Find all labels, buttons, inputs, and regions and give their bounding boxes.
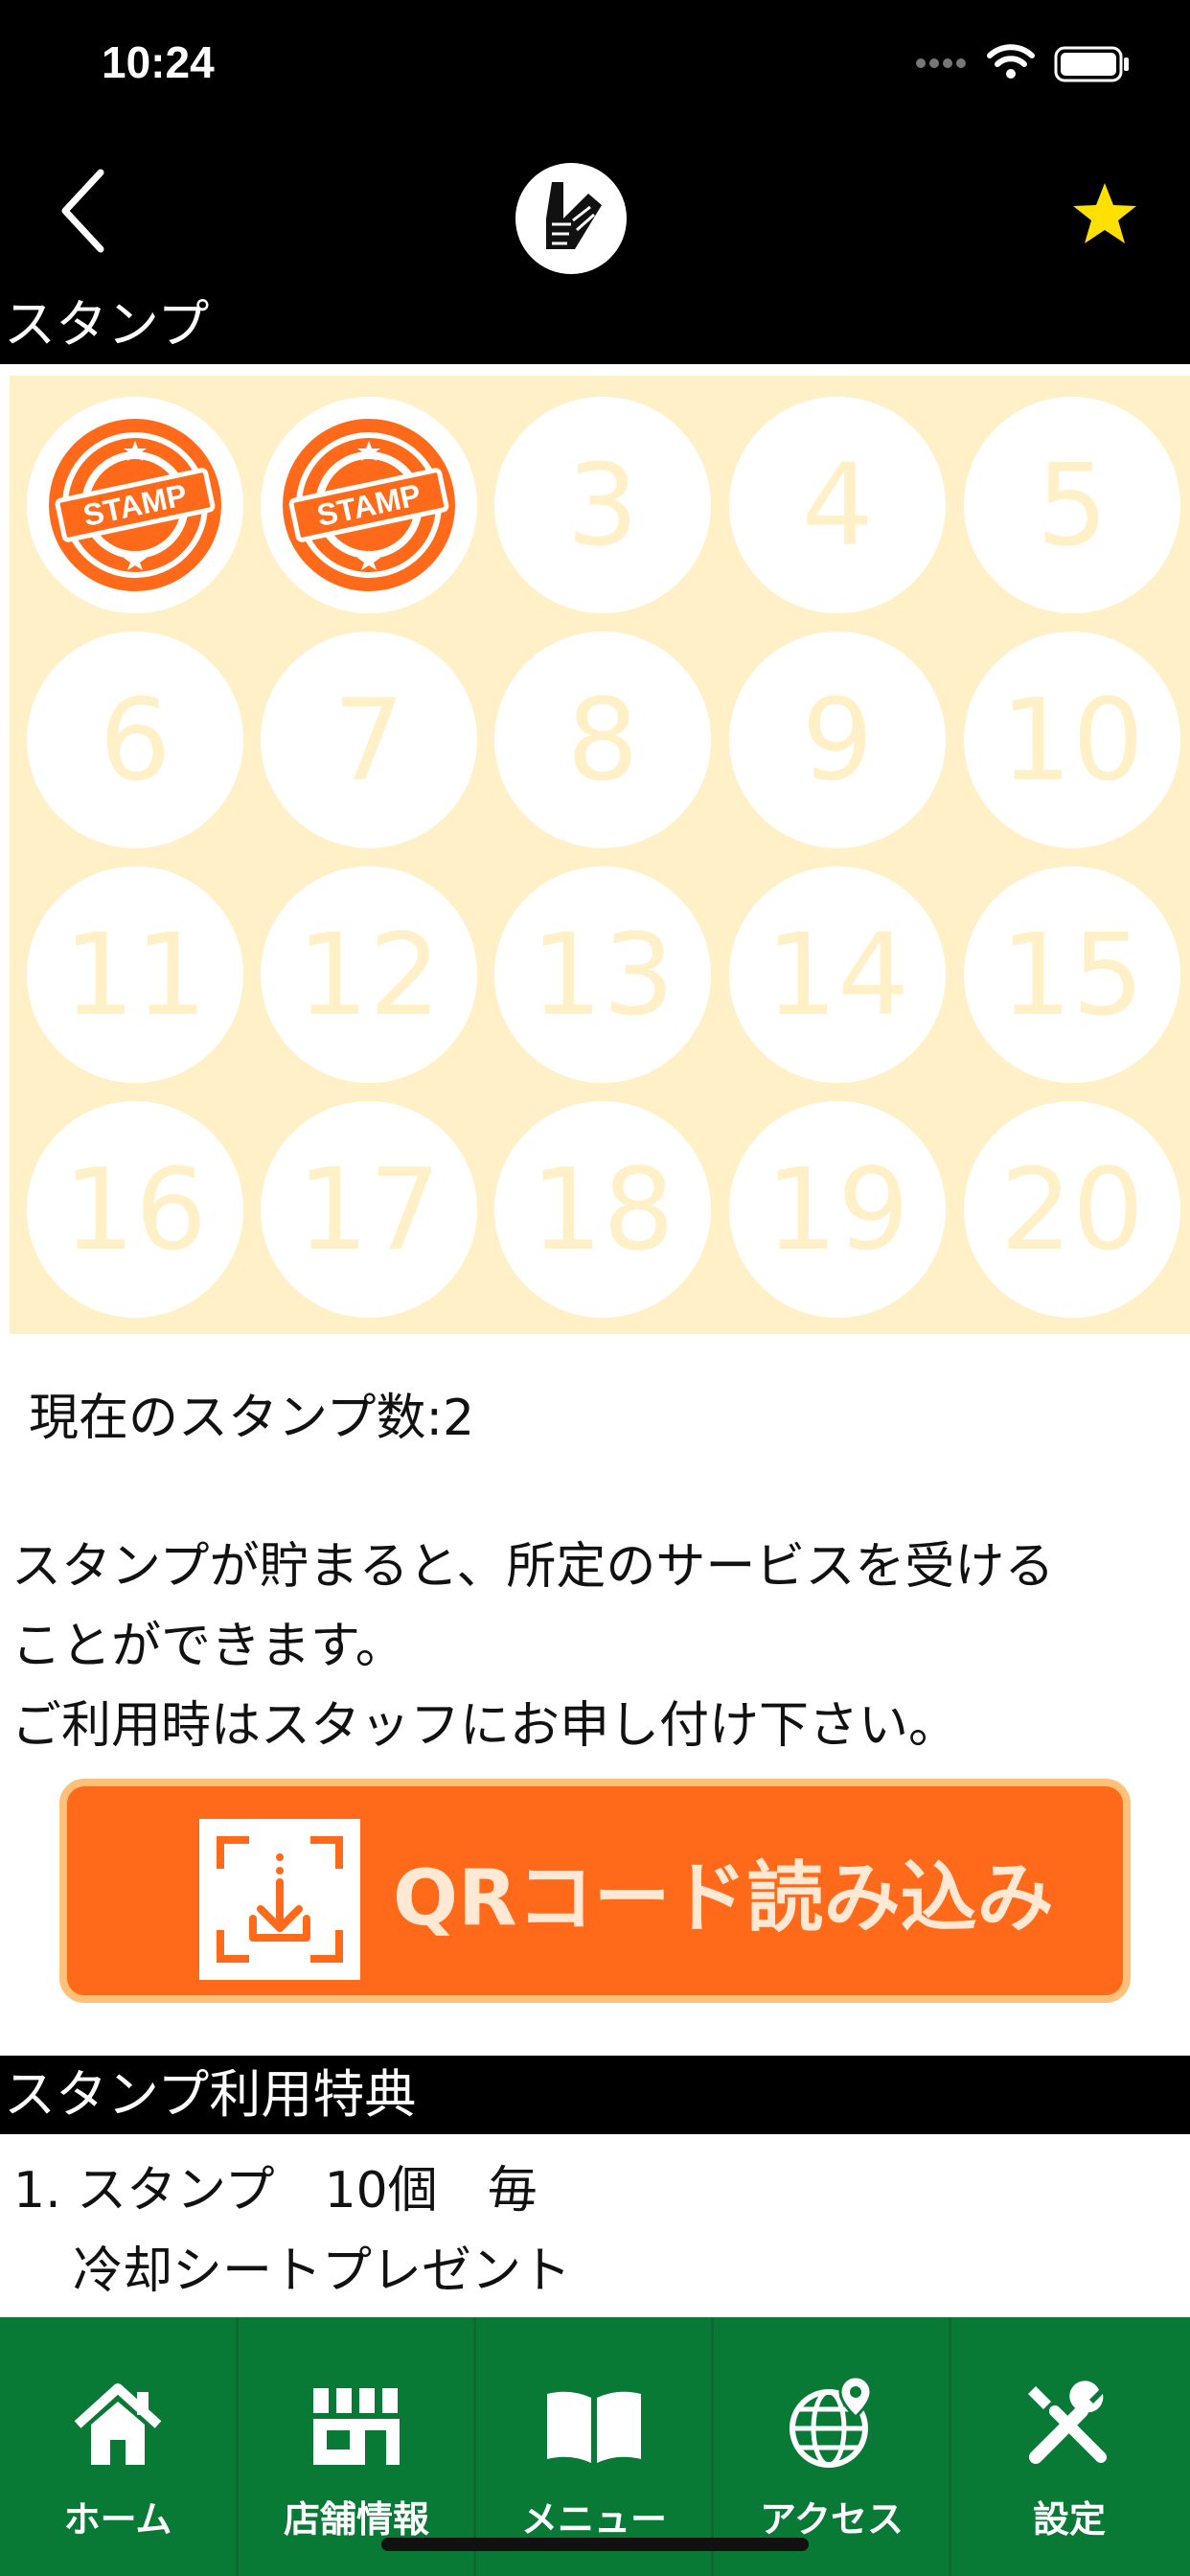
stamp-slot-empty: 9 <box>729 632 946 848</box>
stamp-mark-icon: STAMP <box>283 419 455 591</box>
stamp-slot-empty: 16 <box>27 1101 243 1318</box>
stamp-slot-empty: 10 <box>964 632 1180 848</box>
stamp-slot-empty: 18 <box>494 1101 711 1318</box>
stamp-slot-empty: 4 <box>729 397 946 613</box>
favorite-star-icon[interactable] <box>1071 180 1138 247</box>
stamp-slot-number: 17 <box>296 1143 442 1276</box>
globe-pin-icon <box>790 2375 873 2468</box>
description-line: ことができます。 <box>11 1618 405 1675</box>
stamp-slot-number: 12 <box>296 908 442 1041</box>
stamp-slot-number: 7 <box>332 674 405 806</box>
stamp-slot-number: 10 <box>999 674 1145 806</box>
stamp-slot-empty: 7 <box>261 632 477 848</box>
qr-scan-button[interactable]: QRコード読み込み <box>59 1779 1131 2003</box>
stamp-slot-number: 20 <box>999 1143 1145 1276</box>
benefits-title: スタンプ利用特典 <box>4 2064 417 2125</box>
stamp-slot-number: 5 <box>1036 439 1109 571</box>
stamp-slot-number: 3 <box>566 439 639 571</box>
stamp-slot-number: 14 <box>765 908 910 1041</box>
description: スタンプが貯まると、所定のサービスを受ける ことができます。 ご利用時はスタッフ… <box>11 1528 1180 1766</box>
tab-label: 設定 <box>1032 2498 1106 2541</box>
stamp-slot-number: 4 <box>801 439 874 571</box>
stamp-slot-empty: 6 <box>27 632 243 848</box>
stamp-slot-empty: 15 <box>964 866 1180 1083</box>
back-chevron-icon[interactable] <box>48 163 125 259</box>
benefit-item-detail: 冷却シートプレゼント <box>73 2242 572 2300</box>
benefit-item: 1. スタンプ 10個 毎 <box>13 2162 538 2220</box>
cellular-signal-icon <box>916 58 966 68</box>
book-icon <box>547 2391 641 2463</box>
tab-home[interactable]: ホーム <box>0 2317 236 2576</box>
stamp-slot-empty: 19 <box>729 1101 946 1318</box>
stamp-slot-empty: 11 <box>27 866 243 1083</box>
stamp-slot-empty: 3 <box>494 397 711 613</box>
stamp-slot-empty: 8 <box>494 632 711 848</box>
description-line: ご利用時はスタッフにお申し付け下さい。 <box>11 1697 959 1755</box>
stamp-slot-number: 18 <box>530 1143 675 1276</box>
stamp-slot-empty: 13 <box>494 866 711 1083</box>
stamp-slot-empty: 5 <box>964 397 1180 613</box>
stamp-slot-number: 19 <box>765 1143 910 1276</box>
stamp-slot-number: 9 <box>801 674 874 806</box>
qr-scan-icon <box>199 1819 360 1980</box>
tab-label: ホーム <box>63 2498 172 2541</box>
description-line: スタンプが貯まると、所定のサービスを受ける <box>11 1538 1055 1596</box>
stamp-count: 現在のスタンプ数:2 <box>29 1390 475 1447</box>
stamp-slot-empty: 12 <box>261 866 477 1083</box>
store-icon <box>313 2388 400 2465</box>
stamp-slot-number: 8 <box>566 674 639 806</box>
wifi-icon <box>987 44 1035 79</box>
stamp-slot-empty: 14 <box>729 866 946 1083</box>
tab-label: 店舗情報 <box>283 2498 429 2541</box>
stamp-slot-number: 16 <box>62 1143 208 1276</box>
stamp-slot-empty: 17 <box>261 1101 477 1318</box>
page-title: スタンプ <box>4 294 210 355</box>
stamp-slot-filled: STAMP <box>27 397 243 613</box>
tab-label: アクセス <box>759 2498 904 2541</box>
status-time: 10:24 <box>102 37 215 87</box>
shop-logo-icon <box>515 163 627 274</box>
stamp-slot-number: 15 <box>999 908 1145 1041</box>
qr-button-label: QRコード読み込み <box>393 1853 1054 1943</box>
home-indicator <box>381 2538 809 2551</box>
battery-icon <box>1054 46 1129 82</box>
tab-settings[interactable]: 設定 <box>951 2317 1187 2576</box>
stamp-slot-number: 13 <box>530 908 675 1041</box>
tools-icon <box>1028 2380 1107 2464</box>
stamp-slot-filled: STAMP <box>261 397 477 613</box>
stamp-slot-empty: 20 <box>964 1101 1180 1318</box>
home-icon <box>74 2383 162 2465</box>
stamp-slot-number: 6 <box>99 674 172 806</box>
stamp-mark-icon: STAMP <box>49 419 221 591</box>
stamp-slot-number: 11 <box>62 908 208 1041</box>
tab-label: メニュー <box>520 2498 667 2541</box>
